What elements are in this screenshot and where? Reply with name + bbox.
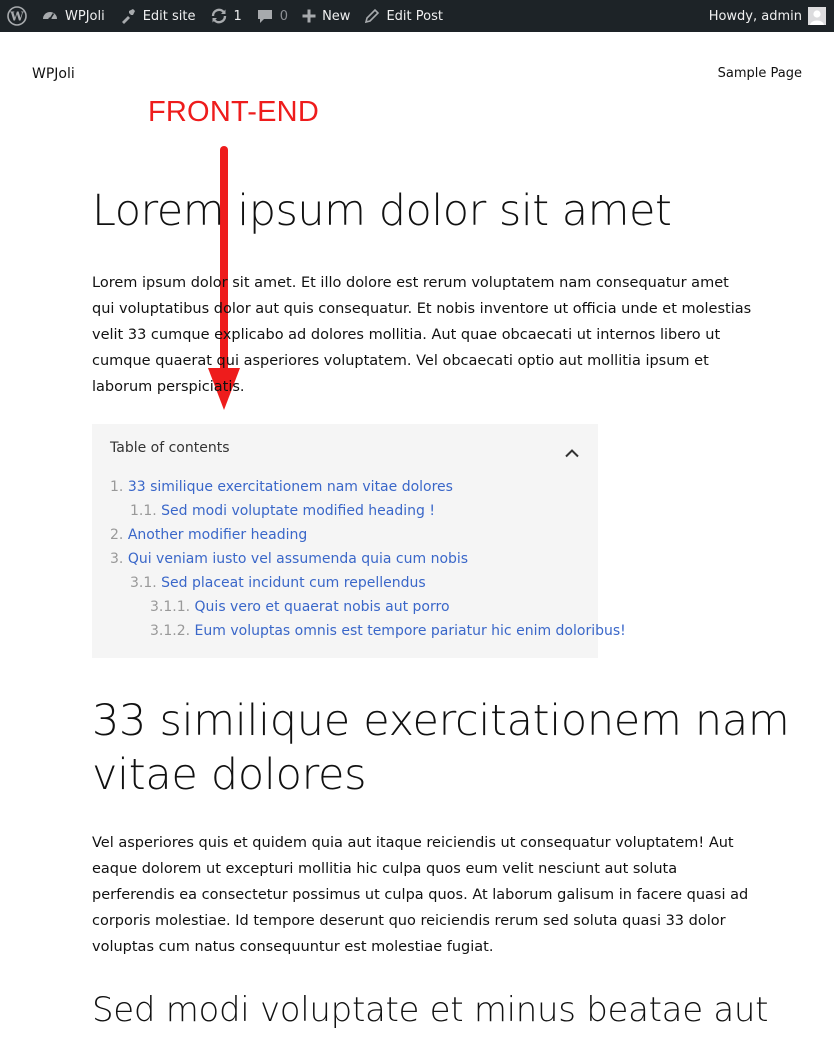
chevron-up-icon <box>564 443 580 462</box>
svg-text:W: W <box>9 10 24 24</box>
toc-item-number: 3.1.1. <box>150 599 191 615</box>
toc-item: 1. 33 similique exercitationem nam vitae… <box>110 475 626 499</box>
wordpress-logo-button[interactable]: W <box>0 0 34 32</box>
post-title: Lorem ipsum dolor sit amet <box>92 186 672 236</box>
updates-icon <box>210 7 228 25</box>
toc-link[interactable]: Eum voluptas omnis est tempore pariatur … <box>195 623 626 639</box>
admin-bar: W WPJoli Edit site 1 0 New Edit Post How… <box>0 0 834 32</box>
toc-item: 3.1. Sed placeat incidunt cum repellendu… <box>110 571 626 595</box>
table-of-contents: Table of contents 1. 33 similique exerci… <box>92 424 626 658</box>
new-label: New <box>322 8 351 24</box>
avatar-icon <box>808 7 826 25</box>
toc-item: 3.1.2. Eum voluptas omnis est tempore pa… <box>110 619 626 643</box>
toc-item: 3. Qui veniam iusto vel assumenda quia c… <box>110 547 626 571</box>
howdy-label: Howdy, admin <box>708 8 802 24</box>
toc-link[interactable]: Qui veniam iusto vel assumenda quia cum … <box>128 551 468 567</box>
my-account-menu[interactable]: Howdy, admin <box>702 0 834 32</box>
section-heading: 33 similique exercitationem nam vitae do… <box>92 696 790 800</box>
toc-list: 1. 33 similique exercitationem nam vitae… <box>110 475 626 643</box>
site-name-menu[interactable]: WPJoli <box>34 0 112 32</box>
comments-icon <box>256 7 274 25</box>
plus-icon <box>302 9 316 23</box>
edit-post-button[interactable]: Edit Post <box>357 0 450 32</box>
toc-link[interactable]: Sed placeat incidunt cum repellendus <box>161 575 425 591</box>
dashboard-icon <box>41 7 59 25</box>
edit-site-icon <box>119 7 137 25</box>
edit-post-label: Edit Post <box>386 8 443 24</box>
updates-button[interactable]: 1 <box>203 0 249 32</box>
toc-item-number: 3.1. <box>130 575 157 591</box>
toc-item: 1.1. Sed modi voluptate modified heading… <box>110 499 626 523</box>
edit-site-button[interactable]: Edit site <box>112 0 203 32</box>
toc-title: Table of contents <box>110 440 230 456</box>
comments-count: 0 <box>279 8 289 24</box>
new-content-menu[interactable]: New <box>295 0 357 32</box>
wordpress-logo-icon: W <box>7 6 27 26</box>
toc-item: 3.1.1. Quis vero et quaerat nobis aut po… <box>110 595 626 619</box>
section-paragraph: Vel asperiores quis et quidem quia aut i… <box>92 835 749 955</box>
front-end-annotation: FRONT-END <box>148 96 319 128</box>
nav-sample-page[interactable]: Sample Page <box>718 66 802 81</box>
comments-button[interactable]: 0 <box>249 0 295 32</box>
intro-paragraph: Lorem ipsum dolor sit amet. Et illo dolo… <box>92 275 752 395</box>
updates-count: 1 <box>233 8 242 24</box>
site-title[interactable]: WPJoli <box>32 66 75 82</box>
toc-item-number: 3.1.2. <box>150 623 191 639</box>
toc-item-number: 2. <box>110 527 124 543</box>
pencil-icon <box>364 8 380 24</box>
toc-item: 2. Another modifier heading <box>110 523 626 547</box>
toc-collapse-toggle[interactable] <box>564 443 580 462</box>
site-name-label: WPJoli <box>65 8 105 24</box>
toc-item-number: 1. <box>110 479 124 495</box>
edit-site-label: Edit site <box>142 8 196 24</box>
subsection-heading: Sed modi voluptate et minus beatae aut <box>92 990 769 1030</box>
toc-item-number: 3. <box>110 551 124 567</box>
toc-item-number: 1.1. <box>130 503 157 519</box>
toc-link[interactable]: 33 similique exercitationem nam vitae do… <box>128 479 453 495</box>
toc-link[interactable]: Quis vero et quaerat nobis aut porro <box>195 599 450 615</box>
toc-link[interactable]: Another modifier heading <box>128 527 307 543</box>
toc-link[interactable]: Sed modi voluptate modified heading ! <box>161 503 435 519</box>
